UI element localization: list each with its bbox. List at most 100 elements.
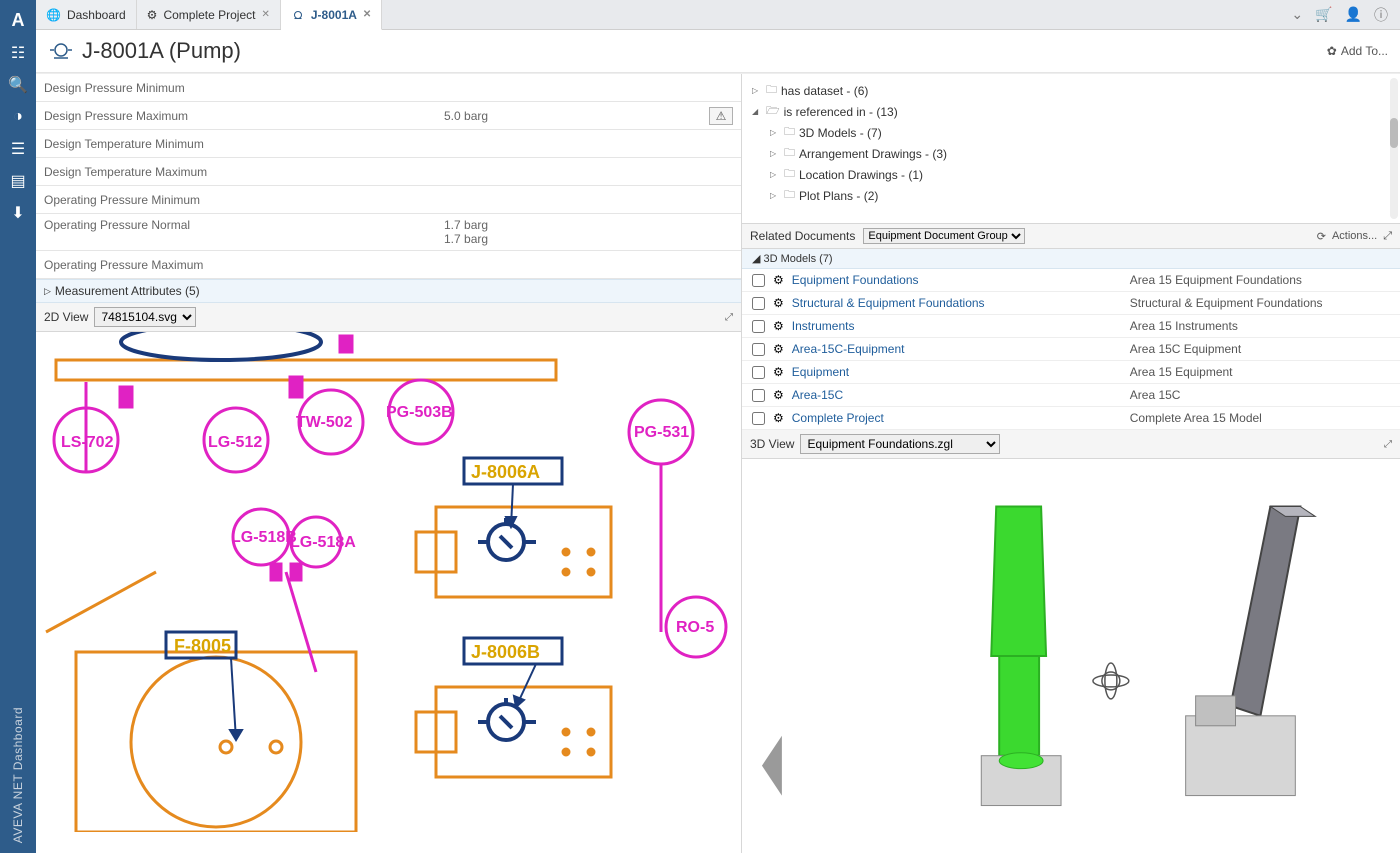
scrollbar[interactable] bbox=[1390, 78, 1398, 219]
doc-link[interactable]: Equipment Foundations bbox=[792, 273, 1122, 287]
model-icon: ⚙ bbox=[147, 8, 158, 22]
document-row: ⚙EquipmentArea 15 Equipment bbox=[742, 361, 1400, 384]
properties-table: Design Pressure Minimum Design Pressure … bbox=[36, 74, 741, 303]
close-icon[interactable]: ✕ bbox=[363, 9, 371, 20]
folder-icon: 🗁 bbox=[766, 102, 780, 121]
nav-list-icon[interactable]: ☰ bbox=[0, 133, 36, 165]
sidebar-label: AVEVA NET Dashboard bbox=[11, 707, 25, 843]
model-icon: ⚙ bbox=[773, 296, 784, 310]
doc-checkbox[interactable] bbox=[752, 297, 765, 310]
globe-icon: 🌐 bbox=[46, 8, 61, 22]
gear-icon: ✿ bbox=[1327, 44, 1337, 58]
svg-text:TW-502: TW-502 bbox=[296, 414, 353, 431]
3d-view-bar: 3D View Equipment Foundations.zgl ⤢ bbox=[742, 430, 1400, 459]
info-icon[interactable]: ⓘ bbox=[1374, 5, 1388, 25]
add-to-button[interactable]: ✿ Add To... bbox=[1327, 44, 1388, 58]
3d-view-label: 3D View bbox=[750, 437, 794, 451]
folder-icon: 🗀 bbox=[784, 123, 795, 142]
expand-icon[interactable]: ⤢ bbox=[725, 312, 733, 323]
tab-j8001a[interactable]: J-8001A ✕ bbox=[281, 0, 382, 30]
3d-file-select[interactable]: Equipment Foundations.zgl bbox=[800, 434, 1000, 454]
tree-node[interactable]: ▷🗀3D Models - (7) bbox=[770, 122, 1390, 143]
property-row: Design Temperature Maximum bbox=[36, 158, 741, 186]
folder-icon: 🗀 bbox=[766, 81, 777, 100]
document-row: ⚙InstrumentsArea 15 Instruments bbox=[742, 315, 1400, 338]
tree-node[interactable]: ▷🗀Arrangement Drawings - (3) bbox=[770, 143, 1390, 164]
nav-export-icon[interactable]: ⬇ bbox=[0, 197, 36, 229]
property-row: Operating Pressure Maximum bbox=[36, 251, 741, 279]
tab-dashboard[interactable]: 🌐 Dashboard bbox=[36, 0, 137, 29]
measurement-attributes-section[interactable]: ▷ Measurement Attributes (5) bbox=[36, 279, 741, 303]
tabbar: 🌐 Dashboard ⚙ Complete Project ✕ J-8001A… bbox=[36, 0, 1400, 30]
warning-icon[interactable]: ⚠ bbox=[709, 107, 733, 125]
doc-checkbox[interactable] bbox=[752, 320, 765, 333]
pump-icon bbox=[291, 8, 305, 22]
svg-text:J-8006A: J-8006A bbox=[471, 462, 540, 482]
doc-link[interactable]: Instruments bbox=[792, 319, 1122, 333]
tree-node[interactable]: ▷🗀Location Drawings - (1) bbox=[770, 164, 1390, 185]
2d-file-select[interactable]: 74815104.svg bbox=[94, 307, 196, 327]
folder-icon: 🗀 bbox=[784, 165, 795, 184]
doc-checkbox[interactable] bbox=[752, 343, 765, 356]
document-row: ⚙Equipment FoundationsArea 15 Equipment … bbox=[742, 269, 1400, 292]
tree-node[interactable]: ▷🗀has dataset - (6) bbox=[752, 80, 1390, 101]
nav-chart-icon[interactable]: ◑ bbox=[0, 101, 36, 133]
svg-text:PG-503B: PG-503B bbox=[386, 404, 453, 421]
2d-view-label: 2D View bbox=[44, 310, 88, 324]
2d-view-bar: 2D View 74815104.svg ⤢ bbox=[36, 303, 741, 332]
svg-text:LG-512: LG-512 bbox=[208, 434, 262, 451]
model-icon: ⚙ bbox=[773, 365, 784, 379]
cart-icon[interactable]: 🛒 bbox=[1315, 6, 1332, 23]
svg-text:LG-518A: LG-518A bbox=[290, 534, 356, 551]
doc-checkbox[interactable] bbox=[752, 412, 765, 425]
folder-icon: 🗀 bbox=[784, 144, 795, 163]
doc-link[interactable]: Complete Project bbox=[792, 411, 1122, 425]
svg-text:LG-518B: LG-518B bbox=[231, 529, 297, 546]
document-group-select[interactable]: Equipment Document Group bbox=[863, 228, 1025, 244]
3d-models-group-header[interactable]: ◢ 3D Models (7) bbox=[742, 249, 1400, 269]
3d-viewport[interactable] bbox=[742, 459, 1400, 853]
actions-menu[interactable]: Actions... bbox=[1332, 230, 1377, 242]
page-title: J-8001A (Pump) bbox=[48, 38, 241, 64]
model-icon: ⚙ bbox=[773, 388, 784, 402]
property-row: Design Temperature Minimum bbox=[36, 130, 741, 158]
close-icon[interactable]: ✕ bbox=[261, 9, 269, 20]
document-row: ⚙Area-15CArea 15C bbox=[742, 384, 1400, 407]
page-header: J-8001A (Pump) ✿ Add To... bbox=[36, 30, 1400, 73]
doc-checkbox[interactable] bbox=[752, 389, 765, 402]
tab-complete-project[interactable]: ⚙ Complete Project ✕ bbox=[137, 0, 281, 29]
app-logo: A bbox=[12, 4, 25, 37]
chevron-right-icon: ▷ bbox=[44, 286, 51, 297]
tree-node[interactable]: ▷🗀Plot Plans - (2) bbox=[770, 185, 1390, 206]
doc-checkbox[interactable] bbox=[752, 274, 765, 287]
nav-doc-icon[interactable]: ▤ bbox=[0, 165, 36, 197]
reference-tree: ▷🗀has dataset - (6) ◢🗁is referenced in -… bbox=[742, 74, 1400, 224]
doc-link[interactable]: Structural & Equipment Foundations bbox=[792, 296, 1122, 310]
nav-sidebar: A ☷ 🔍 ◑ ☰ ▤ ⬇ AVEVA NET Dashboard bbox=[0, 0, 36, 853]
tree-node[interactable]: ◢🗁is referenced in - (13) bbox=[752, 101, 1390, 122]
dropdown-icon[interactable]: ⌄ bbox=[1291, 6, 1303, 23]
folder-icon: 🗀 bbox=[784, 186, 795, 205]
model-icon: ⚙ bbox=[773, 411, 784, 425]
svg-text:J-8006B: J-8006B bbox=[471, 642, 540, 662]
property-row: Operating Pressure Normal1.7 barg1.7 bar… bbox=[36, 214, 741, 251]
property-row: Design Pressure Minimum bbox=[36, 74, 741, 102]
expand-icon[interactable]: ⤢ bbox=[1383, 230, 1392, 243]
related-documents-header: Related Documents Equipment Document Gro… bbox=[742, 224, 1400, 249]
expand-icon[interactable]: ⤢ bbox=[1384, 439, 1392, 450]
2d-drawing-viewport[interactable]: LS-702 LG-512 TW-502 PG-503B PG-531 LG-5… bbox=[36, 332, 741, 853]
doc-link[interactable]: Area-15C bbox=[792, 388, 1122, 402]
doc-link[interactable]: Area-15C-Equipment bbox=[792, 342, 1122, 356]
nav-home-icon[interactable]: ☷ bbox=[0, 37, 36, 69]
document-row: ⚙Structural & Equipment FoundationsStruc… bbox=[742, 292, 1400, 315]
nav-search-icon[interactable]: 🔍 bbox=[0, 69, 36, 101]
user-icon[interactable]: 👤 bbox=[1345, 6, 1362, 23]
pump-icon bbox=[48, 40, 74, 62]
related-documents-list: ⚙Equipment FoundationsArea 15 Equipment … bbox=[742, 269, 1400, 430]
model-icon: ⚙ bbox=[773, 319, 784, 333]
refresh-icon[interactable]: ⟳ bbox=[1317, 230, 1326, 243]
doc-checkbox[interactable] bbox=[752, 366, 765, 379]
svg-text:PG-531: PG-531 bbox=[634, 424, 689, 441]
doc-link[interactable]: Equipment bbox=[792, 365, 1122, 379]
property-row: Design Pressure Maximum5.0 barg⚠ bbox=[36, 102, 741, 130]
